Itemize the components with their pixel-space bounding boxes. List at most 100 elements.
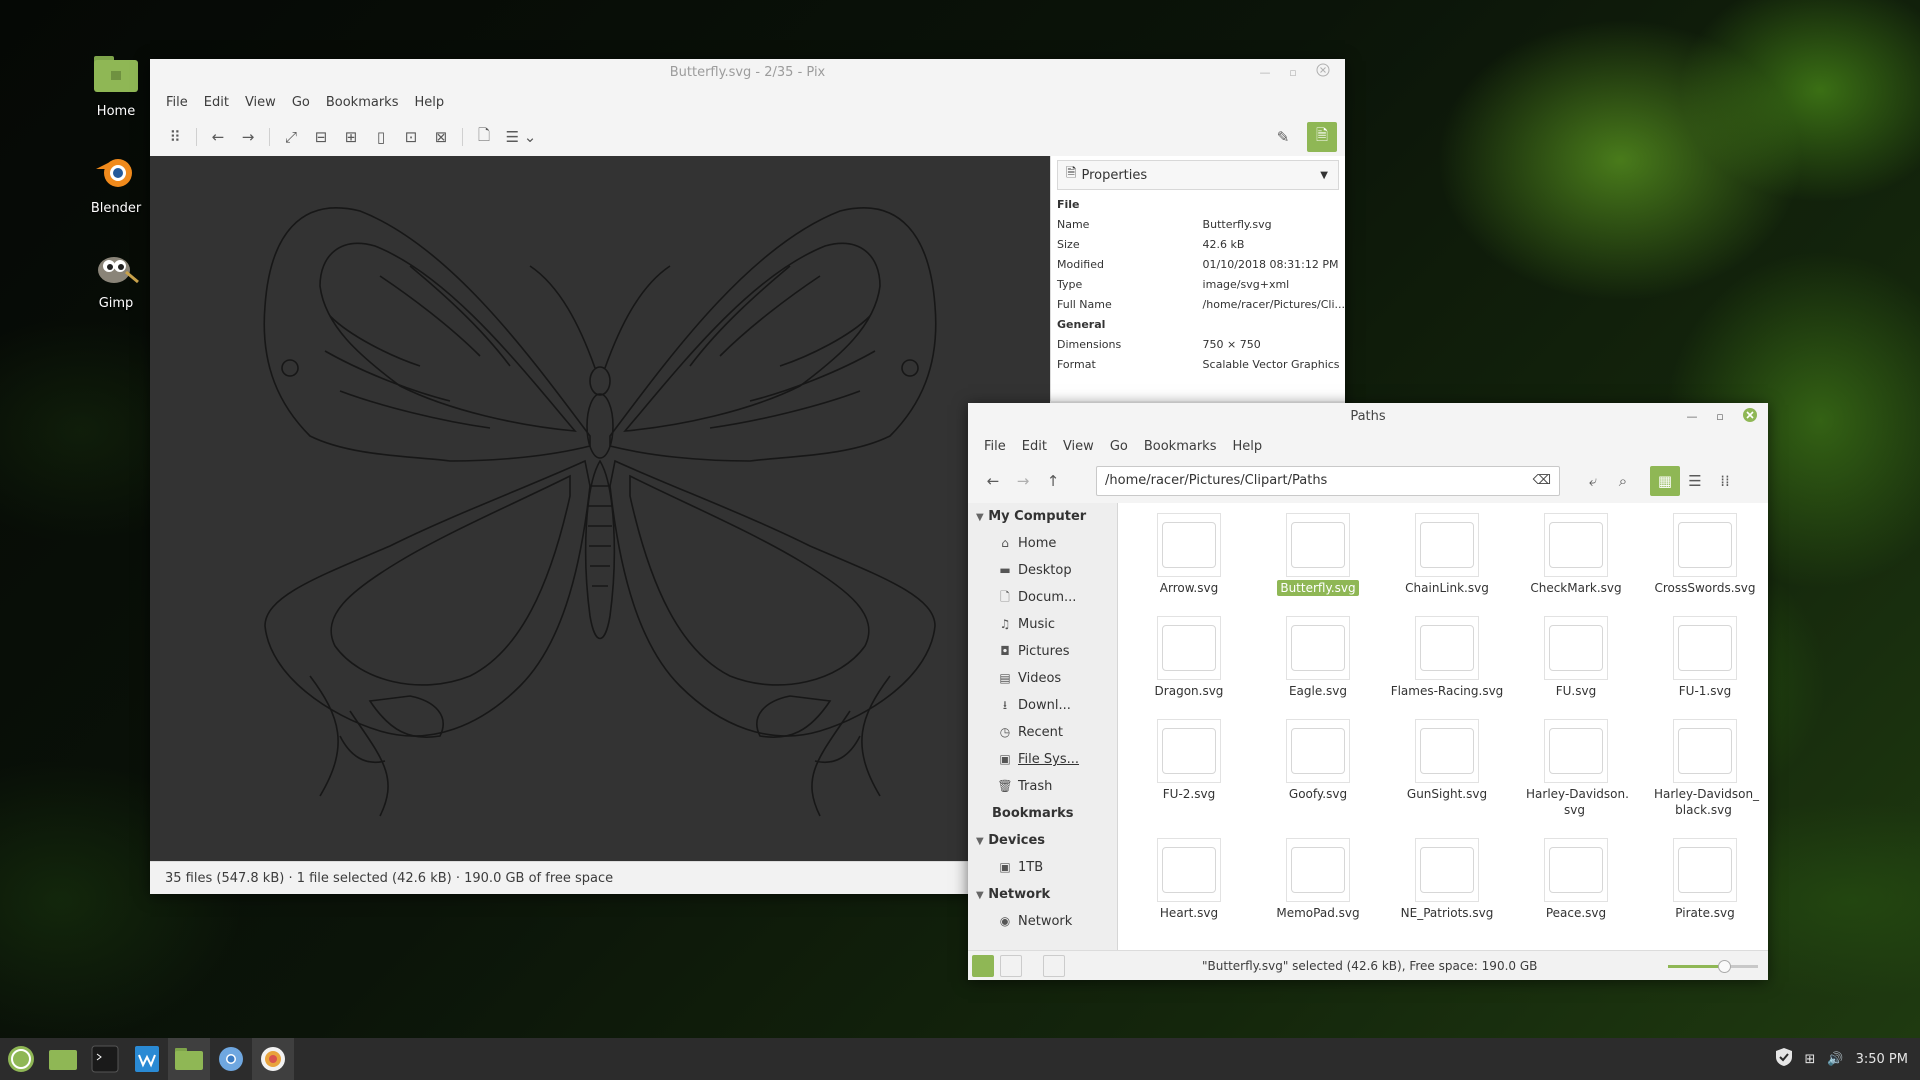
file-item-harley-davidson-black[interactable]: Harley-Davidson_ black.svg — [1640, 719, 1768, 818]
file-item-eagle[interactable]: Eagle.svg — [1253, 616, 1383, 699]
compact-view-button[interactable]: ⁞⁞ — [1710, 466, 1740, 496]
file-item-ne-patriots[interactable]: NE_Patriots.svg — [1382, 838, 1512, 921]
menu-help[interactable]: Help — [406, 95, 452, 110]
forward-button[interactable]: → — [1008, 466, 1038, 496]
pix-launcher[interactable] — [252, 1038, 294, 1080]
properties-toggle-button[interactable]: 🗎 — [1307, 122, 1337, 152]
properties-header[interactable]: 🗎 Properties ▼ — [1057, 160, 1339, 190]
menu-help[interactable]: Help — [1224, 439, 1270, 454]
minimize-button[interactable]: — — [1682, 407, 1702, 427]
zoom-slider[interactable] — [1668, 960, 1758, 973]
close-button[interactable] — [1313, 63, 1333, 83]
show-places-button[interactable] — [972, 955, 994, 977]
file-item-checkmark[interactable]: CheckMark.svg — [1511, 513, 1641, 596]
nemo-titlebar[interactable]: Paths — ▫ — [968, 403, 1768, 431]
file-item-arrow[interactable]: Arrow.svg — [1124, 513, 1254, 596]
sidebar-item-desktop[interactable]: ▬ Desktop — [968, 557, 1117, 584]
sidebar-section-my-computer[interactable]: ▼ My Computer — [968, 503, 1117, 530]
clear-location-icon[interactable]: ⌫ — [1533, 467, 1551, 495]
sidebar-item-pictures[interactable]: ◘ Pictures — [968, 638, 1117, 665]
toggle-location-button[interactable]: ⤶ — [1578, 466, 1608, 496]
tools-menu-button[interactable]: ☰ ⌄ — [499, 122, 543, 152]
zoom-slider-handle[interactable] — [1718, 960, 1731, 973]
file-item-chainlink[interactable]: ChainLink.svg — [1382, 513, 1512, 596]
chromium-launcher[interactable] — [210, 1038, 252, 1080]
menu-view[interactable]: View — [237, 95, 284, 110]
menu-bookmarks[interactable]: Bookmarks — [1136, 439, 1225, 454]
menu-go[interactable]: Go — [1102, 439, 1136, 454]
file-item-crossswords[interactable]: CrossSwords.svg — [1640, 513, 1768, 596]
show-desktop-button[interactable] — [42, 1038, 84, 1080]
fullscreen-button[interactable]: ⤢ — [276, 122, 306, 152]
zoom-in-button[interactable]: ⊞ — [336, 122, 366, 152]
menu-edit[interactable]: Edit — [1014, 439, 1055, 454]
desktop-icon-blender[interactable]: Blender — [72, 147, 160, 216]
search-button[interactable]: ⌕ — [1608, 466, 1638, 496]
menu-go[interactable]: Go — [284, 95, 318, 110]
sidebar-item-home[interactable]: ⌂ Home — [968, 530, 1117, 557]
writer-launcher[interactable] — [126, 1038, 168, 1080]
terminal-launcher[interactable] — [84, 1038, 126, 1080]
file-item-heart[interactable]: Heart.svg — [1124, 838, 1254, 921]
close-button[interactable] — [1740, 407, 1760, 427]
sidebar-item-recent[interactable]: ◷ Recent — [968, 719, 1117, 746]
file-item-gunsight[interactable]: GunSight.svg — [1382, 719, 1512, 802]
file-item-flames-racing[interactable]: Flames-Racing.svg — [1382, 616, 1512, 699]
show-tree-button[interactable] — [1000, 955, 1022, 977]
list-view-button[interactable]: ☰ — [1680, 466, 1710, 496]
zoom-fit-button[interactable]: ⊡ — [396, 122, 426, 152]
sidebar-item-network[interactable]: ◉ Network — [968, 908, 1117, 935]
file-item-fu-2[interactable]: FU-2.svg — [1124, 719, 1254, 802]
sidebar-item-downloads[interactable]: ⭳ Downl... — [968, 692, 1117, 719]
file-item-dragon[interactable]: Dragon.svg — [1124, 616, 1254, 699]
maximize-button[interactable]: ▫ — [1283, 63, 1303, 83]
sidebar-item-documents[interactable]: 🗋 Docum... — [968, 584, 1117, 611]
desktop-icon-home[interactable]: Home — [72, 50, 160, 119]
menu-file[interactable]: File — [158, 95, 196, 110]
sidebar-item-trash[interactable]: 🗑 Trash — [968, 773, 1117, 800]
clock[interactable]: 3:50 PM — [1856, 1052, 1908, 1067]
open-document-button[interactable]: 🗋 — [469, 122, 499, 152]
menu-file[interactable]: File — [976, 439, 1014, 454]
shield-icon[interactable] — [1775, 1047, 1793, 1071]
network-icon[interactable]: ⊞ — [1805, 1052, 1816, 1067]
file-item-memopad[interactable]: MemoPad.svg — [1253, 838, 1383, 921]
file-item-goofy[interactable]: Goofy.svg — [1253, 719, 1383, 802]
sidebar-item-file-system[interactable]: ▣ File Sys... — [968, 746, 1117, 773]
pix-titlebar[interactable]: Butterfly.svg - 2/35 - Pix — ▫ — [150, 59, 1345, 87]
file-item-pirate[interactable]: Pirate.svg — [1640, 838, 1768, 921]
next-image-button[interactable]: → — [233, 122, 263, 152]
icon-view-button[interactable]: ▦ — [1650, 466, 1680, 496]
minimize-button[interactable]: — — [1255, 63, 1275, 83]
edit-button[interactable]: ✎ — [1268, 122, 1298, 152]
back-button[interactable]: ← — [978, 466, 1008, 496]
menu-view[interactable]: View — [1055, 439, 1102, 454]
hide-sidebar-button[interactable] — [1043, 955, 1065, 977]
sidebar-item-music[interactable]: ♫ Music — [968, 611, 1117, 638]
file-item-harley-davidson[interactable]: Harley-Davidson. svg — [1511, 719, 1641, 818]
image-viewer[interactable] — [150, 156, 1050, 861]
mint-menu-button[interactable] — [0, 1038, 42, 1080]
zoom-fit-width-button[interactable]: ⊠ — [426, 122, 456, 152]
menu-edit[interactable]: Edit — [196, 95, 237, 110]
menu-bookmarks[interactable]: Bookmarks — [318, 95, 407, 110]
sidebar-section-devices[interactable]: ▼ Devices — [968, 827, 1117, 854]
maximize-button[interactable]: ▫ — [1710, 407, 1730, 427]
files-launcher[interactable] — [168, 1038, 210, 1080]
file-item-peace[interactable]: Peace.svg — [1511, 838, 1641, 921]
browser-mode-button[interactable]: ⠿ — [160, 122, 190, 152]
previous-image-button[interactable]: ← — [203, 122, 233, 152]
actual-size-button[interactable]: ▯ — [366, 122, 396, 152]
volume-icon[interactable]: 🔊 — [1827, 1052, 1843, 1067]
sidebar-item-1tb[interactable]: ▣ 1TB — [968, 854, 1117, 881]
up-button[interactable]: ↑ — [1038, 466, 1068, 496]
file-item-fu-1[interactable]: FU-1.svg — [1640, 616, 1768, 699]
sidebar-item-videos[interactable]: ▤ Videos — [968, 665, 1117, 692]
sidebar-section-bookmarks[interactable]: Bookmarks — [968, 800, 1117, 827]
file-item-butterfly[interactable]: Butterfly.svg — [1253, 513, 1383, 596]
sidebar-section-network[interactable]: ▼ Network — [968, 881, 1117, 908]
file-item-fu[interactable]: FU.svg — [1511, 616, 1641, 699]
zoom-out-button[interactable]: ⊟ — [306, 122, 336, 152]
location-input[interactable]: /home/racer/Pictures/Clipart/Paths ⌫ — [1096, 466, 1560, 496]
desktop-icon-gimp[interactable]: Gimp — [72, 242, 160, 311]
